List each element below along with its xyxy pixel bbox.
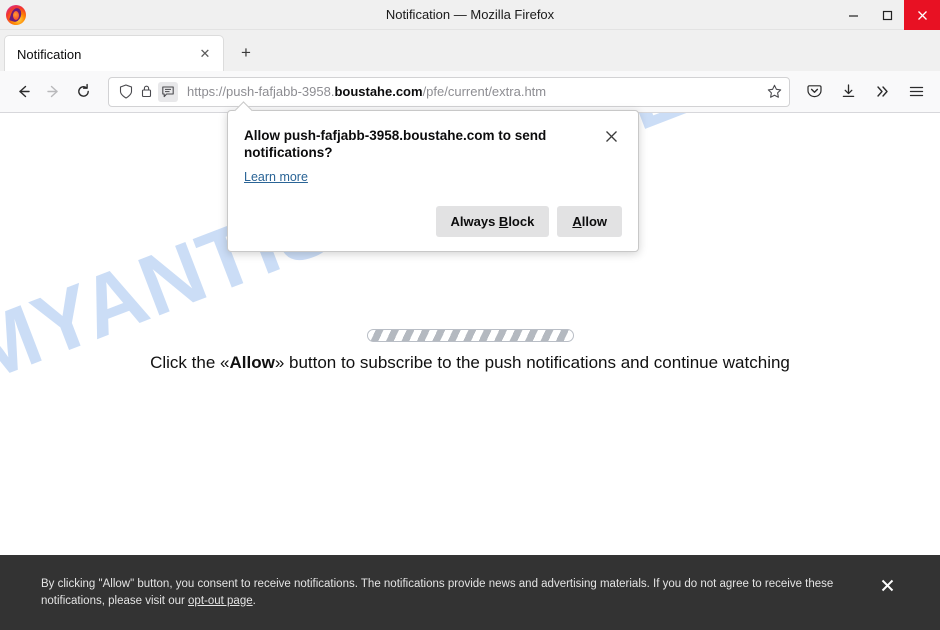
always-block-accesskey: B — [498, 214, 509, 229]
lock-icon[interactable] — [136, 82, 156, 102]
allow-accesskey: A — [572, 214, 582, 229]
url-path: /pfe/current/extra.htm — [422, 84, 547, 99]
reload-icon — [77, 83, 89, 97]
progress-bar — [366, 329, 574, 342]
allow-button[interactable]: Allow — [557, 206, 622, 237]
url-text[interactable]: https://push-fafjabb-3958.boustahe.com/p… — [178, 84, 763, 99]
bookmark-star-icon[interactable] — [763, 81, 785, 103]
minimize-button[interactable] — [836, 0, 870, 30]
browser-window: Notification — Mozilla Firefox Notificat… — [0, 0, 940, 630]
consent-line-1: By clicking "Allow" button, you consent … — [41, 577, 834, 590]
reload-button[interactable] — [68, 77, 98, 107]
firefox-logo-icon — [6, 4, 26, 25]
new-tab-button[interactable]: + — [232, 39, 260, 67]
url-prefix: https://push-fafjabb-3958. — [187, 84, 335, 99]
close-icon — [881, 579, 894, 592]
maximize-icon — [882, 10, 892, 20]
forward-button[interactable] — [38, 77, 68, 107]
notification-permission-icon[interactable] — [158, 81, 178, 102]
close-window-button[interactable] — [904, 0, 940, 30]
allow-suffix: llow — [581, 214, 607, 229]
forward-arrow-icon — [46, 85, 58, 98]
learn-more-link[interactable]: Learn more — [244, 170, 308, 184]
navigation-toolbar: https://push-fafjabb-3958.boustahe.com/p… — [0, 71, 940, 113]
opt-out-page-link[interactable]: opt-out page — [188, 595, 253, 607]
popup-actions: Always Block Allow — [244, 206, 622, 237]
tab-notification[interactable]: Notification ✕ — [4, 35, 224, 72]
consent-line-2-suffix: . — [252, 594, 256, 607]
back-arrow-icon — [18, 85, 30, 98]
tab-strip: Notification ✕ + — [0, 30, 940, 72]
tab-close-icon[interactable]: ✕ — [195, 44, 215, 64]
pocket-icon — [806, 85, 822, 98]
hamburger-menu-icon — [909, 86, 923, 97]
popup-title: Allow push-fafjabb-3958.boustahe.com to … — [244, 128, 547, 160]
always-block-suffix: lock — [508, 214, 535, 229]
double-chevron-right-icon — [876, 86, 888, 97]
always-block-button[interactable]: Always Block — [435, 206, 550, 237]
cta-allow-word: Allow — [229, 353, 275, 372]
consent-text: By clicking "Allow" button, you consent … — [0, 576, 900, 610]
popup-header: Allow push-fafjabb-3958.boustahe.com to … — [244, 127, 622, 161]
pocket-button[interactable] — [798, 77, 830, 107]
consent-bar: By clicking "Allow" button, you consent … — [0, 555, 940, 630]
toolbar-right-buttons — [798, 77, 932, 107]
cta-suffix: » button to subscribe to the push notifi… — [274, 353, 790, 372]
call-to-action-text: Click the «Allow» button to subscribe to… — [150, 353, 790, 373]
window-controls — [836, 0, 940, 30]
overflow-menu-button[interactable] — [866, 77, 898, 107]
url-bar[interactable]: https://push-fafjabb-3958.boustahe.com/p… — [108, 76, 790, 107]
title-bar: Notification — Mozilla Firefox — [0, 0, 940, 30]
window-title: Notification — Mozilla Firefox — [385, 6, 555, 22]
downloads-button[interactable] — [832, 77, 864, 107]
always-block-prefix: Always — [450, 214, 499, 229]
close-icon — [605, 130, 617, 142]
notification-permission-popup: Allow push-fafjabb-3958.boustahe.com to … — [227, 110, 639, 252]
url-domain: boustahe.com — [334, 84, 423, 99]
shield-icon[interactable] — [116, 82, 136, 102]
tab-label: Notification — [17, 46, 82, 62]
back-button[interactable] — [8, 77, 38, 107]
consent-close-button[interactable] — [881, 579, 894, 596]
popup-close-button[interactable] — [600, 125, 622, 147]
maximize-button[interactable] — [870, 0, 904, 30]
download-icon — [842, 84, 854, 98]
loading-section: Click the «Allow» button to subscribe to… — [0, 329, 940, 373]
consent-line-2-prefix: notifications, please visit our — [41, 594, 189, 607]
app-menu-button[interactable] — [900, 77, 932, 107]
close-icon — [917, 10, 927, 20]
cta-prefix: Click the « — [150, 353, 230, 372]
minimize-icon — [848, 14, 858, 17]
